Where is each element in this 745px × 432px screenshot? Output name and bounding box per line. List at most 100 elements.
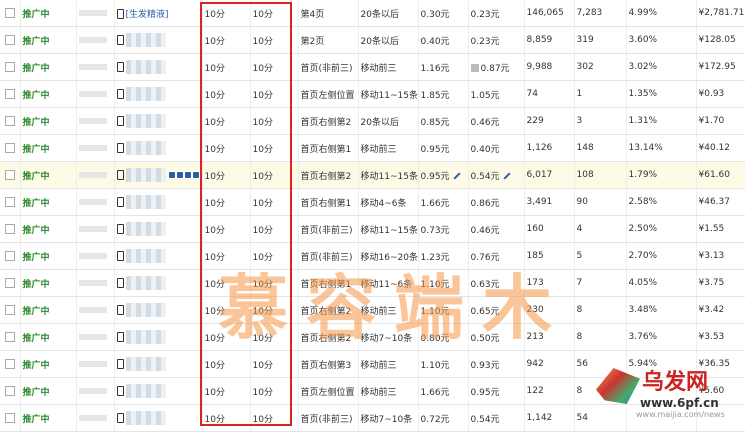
checkbox-cell[interactable] [0,377,21,405]
row-checkbox[interactable] [4,223,15,234]
row-checkbox[interactable] [4,358,15,369]
cpc-value: 0.40元 [420,36,450,47]
keyword-text[interactable]: [生发精液] [126,10,169,20]
keyword-cell[interactable] [114,80,203,108]
table-row[interactable]: 推广中 10分 10分 第2页 20条以后 0.40元 0.23元 8,859 319 3.60%… [0,26,745,54]
rank-cell: 20条以后 [358,107,419,135]
row-checkbox[interactable] [4,142,15,153]
table-row[interactable]: 推广中 10分 10分 首页右侧第2 移动11~15条 0.95元 0.54元 6,017 10… [0,161,745,189]
cpc-cell: 0.72元 [418,404,469,432]
keyword-cell[interactable] [114,242,203,270]
keyword-cell[interactable] [114,134,203,162]
pos-cell: 首页右侧第2 [298,296,359,324]
status-label: 推广中 [22,333,50,344]
blurred-text [78,36,107,43]
keyword-cell[interactable]: [生发精液] [114,0,203,27]
bid2-value: 10分 [252,279,273,290]
checkbox-cell[interactable] [0,107,21,135]
table-row[interactable]: 推广中 10分 10分 首页右侧第2 移动7~10条 0.80元 0.50元 213 8 3.76… [0,323,745,351]
keyword-cell[interactable] [114,377,203,405]
keyword-cell[interactable] [114,296,203,324]
keyword-cell[interactable] [114,188,203,216]
table-row[interactable]: 推广中 10分 10分 首页右侧第2 移动前三 1.10元 0.65元 230 8 3.48% ¥3… [0,296,745,324]
pos-value: 第4页 [300,9,325,20]
row-checkbox[interactable] [4,169,15,180]
keyword-cell[interactable] [114,404,203,432]
table-row[interactable]: 推广中 10分 10分 首页(非前三) 移动前三 1.16元 0.87元 9,988 302 3.… [0,53,745,81]
bid1-cell: 10分 [202,26,251,54]
copy-icon[interactable] [176,172,183,178]
rank-value: 移动11~15条 [360,225,418,236]
keyword-cell[interactable] [114,53,203,81]
checkbox-cell[interactable] [0,296,21,324]
mosaic-blur [125,141,166,155]
row-checkbox[interactable] [4,34,15,45]
row-checkbox[interactable] [4,250,15,261]
table-row[interactable]: 推广中 10分 10分 首页左侧位置 移动前三 1.66元 0.95元 122 8 ¥5.60 [0,377,745,405]
checkbox-cell[interactable] [0,269,21,297]
cpc-cell: 0.30元 [418,0,469,27]
checkbox-cell[interactable] [0,188,21,216]
row-checkbox[interactable] [4,331,15,342]
checkbox-cell[interactable] [0,134,21,162]
blurred-text [78,90,107,97]
row-checkbox[interactable] [4,196,15,207]
checkbox-cell[interactable] [0,26,21,54]
checkbox-cell[interactable] [0,80,21,108]
ctr-value: 2.58% [628,197,658,207]
checkbox-cell[interactable] [0,404,21,432]
device-icon [116,251,124,261]
clicks-cell: 90 [574,188,627,216]
spend-value: ¥172.95 [698,62,736,72]
table-row[interactable]: 推广中 10分 10分 首页右侧第3 移动前三 1.10元 0.93元 942 56 5.94% ¥… [0,350,745,378]
keyword-cell[interactable] [114,161,203,189]
edit-icon[interactable] [168,172,175,178]
checkbox-cell[interactable] [0,53,21,81]
keyword-cell[interactable] [114,323,203,351]
checkbox-cell[interactable] [0,0,21,27]
keyword-cell[interactable] [114,350,203,378]
cost-value: 0.65元 [470,306,500,317]
table-row[interactable]: 推广中 10分 10分 首页右侧第1 移动前三 0.95元 0.40元 1,126 148 13.… [0,134,745,162]
mosaic-blur [125,33,166,47]
chart-icon[interactable] [184,172,191,178]
table-row[interactable]: 推广中 10分 10分 首页(非前三) 移动7~10条 0.72元 0.54元 1,142 54 [0,404,745,432]
checkbox-cell[interactable] [0,323,21,351]
mosaic-blur [125,357,166,371]
row-checkbox[interactable] [4,304,15,315]
bid1-cell: 10分 [202,0,251,27]
row-tools[interactable] [168,171,201,181]
table-row[interactable]: 推广中 10分 10分 首页右侧第1 移动4~6条 1.66元 0.86元 3,491 90 2.… [0,188,745,216]
table-row[interactable]: 推广中 10分 10分 首页右侧第1 移动11~6条 1.10元 0.63元 173 7 4.05… [0,269,745,297]
edit-pen-icon[interactable] [453,172,461,180]
table-row[interactable]: 推广中 10分 10分 首页右侧第2 20条以后 0.85元 0.46元 229 3 1.31% ¥… [0,107,745,135]
checkbox-cell[interactable] [0,161,21,189]
row-checkbox[interactable] [4,385,15,396]
table-row[interactable]: 推广中 10分 10分 首页(非前三) 移动11~15条 0.73元 0.46元 160 4 2.… [0,215,745,243]
checkbox-cell[interactable] [0,350,21,378]
row-checkbox[interactable] [4,115,15,126]
row-checkbox[interactable] [4,7,15,18]
bid1-value: 10分 [204,360,225,371]
keyword-cell[interactable] [114,107,203,135]
delete-icon[interactable] [192,172,199,178]
row-checkbox[interactable] [4,277,15,288]
keyword-cell[interactable] [114,269,203,297]
cost-cell: 0.87元 [468,53,525,81]
keyword-cell[interactable] [114,26,203,54]
table-row[interactable]: 推广中 10分 10分 首页左侧位置 移动11~15条 1.85元 1.05元 74 1 1.35… [0,80,745,108]
blurred-cell [76,215,115,243]
bid1-value: 10分 [204,279,225,290]
row-checkbox[interactable] [4,412,15,423]
keyword-cell[interactable] [114,215,203,243]
row-checkbox[interactable] [4,61,15,72]
table-row[interactable]: 推广中 10分 10分 首页(非前三) 移动16~20条 1.23元 0.76元 185 5 2.… [0,242,745,270]
edit-pen-icon[interactable] [503,172,511,180]
checkbox-cell[interactable] [0,215,21,243]
row-checkbox[interactable] [4,88,15,99]
table-row[interactable]: 推广中 [生发精液] 10分 10分 第4页 20条以后 0.30元 0.23元 146,065… [0,0,745,27]
clicks-cell: 3 [574,107,627,135]
cpc-value: 0.95元 [420,144,450,155]
checkbox-cell[interactable] [0,242,21,270]
spend-value: ¥2,781.71 [698,8,745,18]
